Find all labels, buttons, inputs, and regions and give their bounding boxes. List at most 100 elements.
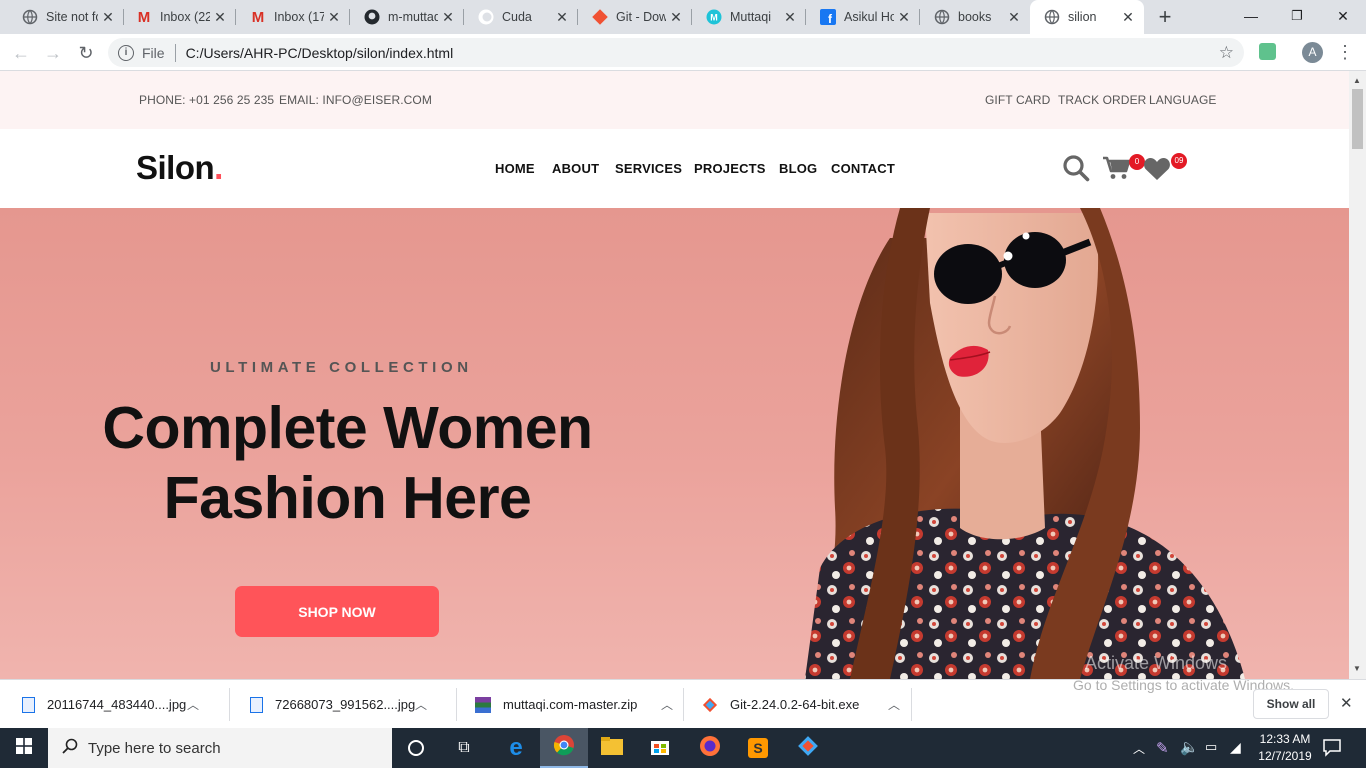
new-tab-button[interactable]: + [1152,4,1178,30]
edge-icon: e [509,734,523,761]
tab-site-not-found[interactable]: Site not fo ✕ [8,0,124,34]
page-scrollbar[interactable]: ▲ ▼ [1349,71,1366,679]
tab-github[interactable]: m-muttaq ✕ [350,0,464,34]
notification-icon[interactable] [1322,737,1344,759]
git-gui-taskbar-icon[interactable] [784,728,832,768]
firefox-taskbar-icon[interactable] [686,728,734,768]
taskbar-search-box[interactable]: Type here to search [48,728,392,768]
download-item[interactable]: 72668073_991562....jpg ︿ [230,680,457,729]
chrome-taskbar-icon[interactable] [540,728,588,768]
tab-close-icon[interactable]: ✕ [666,9,686,26]
hero-headline: Complete Women Fashion Here [102,395,593,531]
shop-now-button[interactable]: SHOP NOW [235,586,439,637]
close-window-button[interactable]: ✕ [1320,0,1366,32]
language-link[interactable]: LANGUAGE [1149,93,1217,107]
tab-facebook[interactable]: f Asikul Ho ✕ [806,0,920,34]
chevron-up-icon[interactable]: ︿ [415,696,427,713]
tab-git-download[interactable]: Git - Dow ✕ [578,0,692,34]
forward-button[interactable]: → [40,40,66,66]
store-taskbar-icon[interactable] [636,728,684,768]
download-item[interactable]: Git-2.24.0.2-64-bit.exe ︿ [684,680,912,729]
close-downloads-icon[interactable]: ✕ [1340,694,1353,712]
tab-title: Git - Dow [616,10,666,24]
tab-silion-active[interactable]: silion ✕ [1030,0,1144,34]
tab-title: Inbox (22 [160,10,210,24]
minimize-icon: — [1244,8,1258,24]
svg-text:M: M [710,13,718,23]
scroll-up-icon[interactable]: ▲ [1353,76,1361,85]
show-all-button[interactable]: Show all [1253,689,1329,719]
profile-avatar[interactable]: A [1302,42,1323,63]
menu-kebab-icon[interactable]: ⋮ [1336,41,1354,63]
tab-close-icon[interactable]: ✕ [324,9,344,26]
tab-title: Inbox (17 [274,10,324,24]
search-icon[interactable] [1062,154,1090,187]
tab-close-icon[interactable]: ✕ [780,9,800,26]
site-logo[interactable]: Silon. [136,149,223,187]
wifi-icon[interactable]: ◢ [1230,739,1241,756]
gmail-icon: M [137,8,151,26]
tab-inbox-17[interactable]: M Inbox (17 ✕ [236,0,350,34]
tab-inbox-22[interactable]: M Inbox (22 ✕ [122,0,236,34]
battery-icon[interactable]: ▭ [1205,739,1217,755]
download-item[interactable]: muttaqi.com-master.zip ︿ [457,680,684,729]
tab-cuda[interactable]: Cuda ✕ [464,0,578,34]
tab-close-icon[interactable]: ✕ [210,9,230,26]
back-button[interactable]: ← [8,40,34,66]
chevron-up-icon[interactable]: ︿ [888,696,900,713]
maximize-button[interactable]: ❐ [1274,0,1320,32]
date: 12/7/2019 [1258,749,1312,763]
task-view-icon: ⧉ [458,739,470,756]
extension-icon[interactable] [1259,43,1276,60]
nav-blog[interactable]: BLOG [779,161,817,176]
heart-icon[interactable] [1143,157,1171,186]
pen-workspace-icon[interactable]: ✎ [1156,739,1169,757]
edge-taskbar-icon[interactable]: e [492,728,540,768]
nav-about[interactable]: ABOUT [552,161,599,176]
git-gui-icon [797,735,819,762]
bookmark-star-icon[interactable]: ☆ [1219,43,1234,63]
tray-expand-icon[interactable]: ︿ [1133,740,1145,757]
git-icon [592,9,608,25]
scroll-down-icon[interactable]: ▼ [1353,664,1361,673]
reload-button[interactable]: ↻ [73,40,99,66]
cart-icon[interactable] [1102,155,1132,186]
downloads-bar: 20116744_483440....jpg ︿ 72668073_991562… [0,677,1366,729]
tab-close-icon[interactable]: ✕ [1118,9,1138,26]
volume-icon[interactable]: 🔈 [1180,738,1199,756]
tab-close-icon[interactable]: ✕ [98,9,118,26]
cortana-button[interactable] [392,728,440,768]
tab-books[interactable]: books ✕ [920,0,1030,34]
wishlist-count-badge: 09 [1171,153,1187,169]
tab-close-icon[interactable]: ✕ [894,9,914,26]
info-icon[interactable]: i [118,44,134,61]
nav-home[interactable]: HOME [495,161,535,176]
installer-icon [702,697,718,713]
tab-muttaqi[interactable]: M Muttaqi ✕ [692,0,806,34]
nav-services[interactable]: SERVICES [615,161,682,176]
address-bar[interactable]: i File C:/Users/AHR-PC/Desktop/silon/ind… [108,38,1244,67]
start-button[interactable] [0,728,48,768]
tab-close-icon[interactable]: ✕ [552,9,572,26]
site-header: Silon. HOME ABOUT SERVICES PROJECTS BLOG… [0,129,1349,208]
tab-close-icon[interactable]: ✕ [1004,9,1024,26]
chevron-up-icon[interactable]: ︿ [187,696,199,713]
gift-card-link[interactable]: GIFT CARD [985,93,1050,107]
sublime-taskbar-icon[interactable]: S [734,728,782,768]
minimize-button[interactable]: — [1228,0,1274,32]
file-explorer-taskbar-icon[interactable] [588,728,636,768]
track-order-link[interactable]: TRACK ORDER [1058,93,1146,107]
arrow-right-icon: → [44,42,62,63]
nav-contact[interactable]: CONTACT [831,161,895,176]
zip-archive-icon [475,696,491,713]
chevron-up-icon[interactable]: ︿ [661,696,673,713]
nav-projects[interactable]: PROJECTS [694,161,766,176]
url-text: C:/Users/AHR-PC/Desktop/silon/index.html [185,44,454,61]
tab-close-icon[interactable]: ✕ [438,9,458,26]
scrollbar-thumb[interactable] [1352,89,1363,149]
task-view-button[interactable]: ⧉ [440,728,488,768]
windows-logo-icon [16,737,32,759]
hero-eyebrow: ULTIMATE COLLECTION [210,359,473,376]
download-item[interactable]: 20116744_483440....jpg ︿ [0,680,230,729]
clock[interactable]: 12:33 AM 12/7/2019 [1252,731,1318,765]
